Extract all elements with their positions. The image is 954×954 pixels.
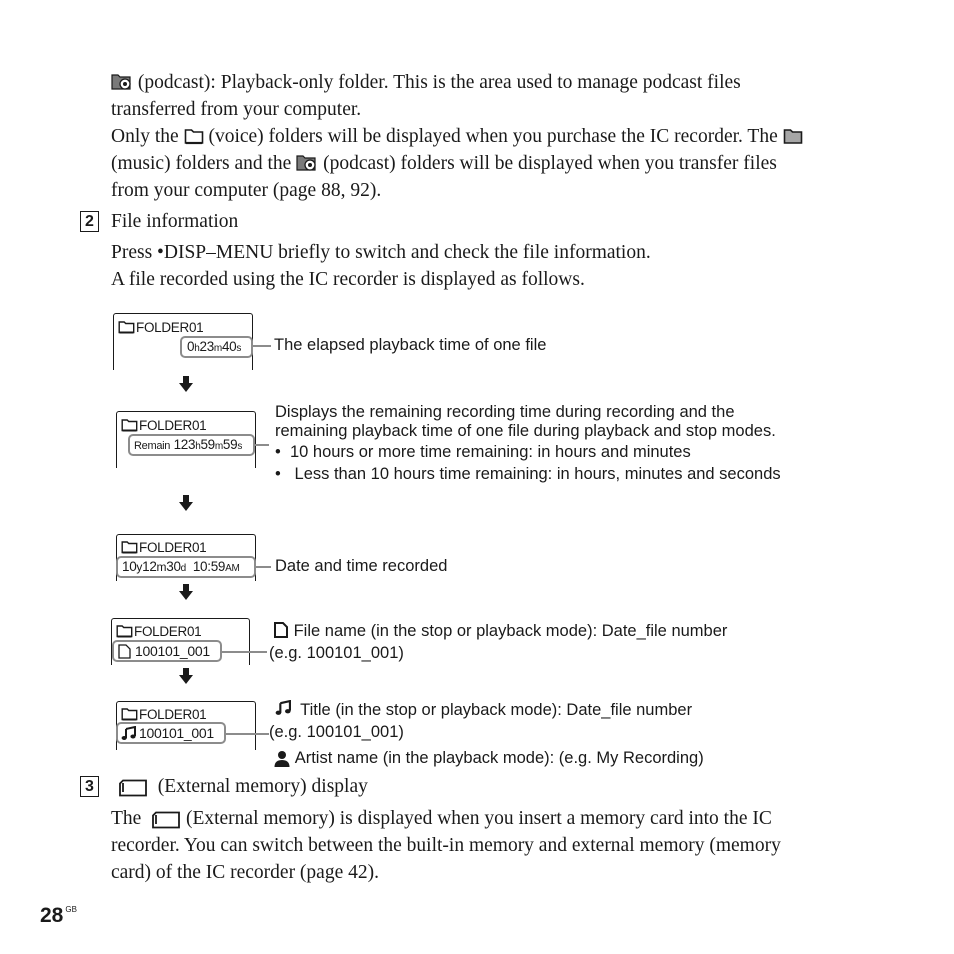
- callout-filename-line-1: File name (in the stop or playback mode)…: [273, 621, 727, 641]
- section-3-line-3: card) of the IC recorder (page 42).: [111, 862, 379, 883]
- folder-icon: [116, 625, 133, 638]
- intro-text: (voice) folders will be displayed when y…: [208, 126, 778, 147]
- folder-name: FOLDER01: [139, 707, 207, 722]
- page-region-suffix: GB: [65, 905, 77, 914]
- podcast-folder-icon: [111, 71, 133, 99]
- section-3-text: The: [111, 808, 142, 829]
- external-memory-icon: [118, 776, 148, 803]
- folder-name: FOLDER01: [139, 540, 207, 555]
- folder-icon: [121, 419, 138, 432]
- folder-icon: [118, 321, 135, 334]
- page-number: 28 GB: [40, 904, 77, 928]
- section-3-heading-text: (External memory) display: [157, 776, 368, 797]
- section-3-line-1: The (External memory) is displayed when …: [111, 805, 772, 835]
- music-note-icon: [121, 726, 136, 740]
- podcast-folder-icon: [296, 152, 318, 180]
- page-number-value: 28: [40, 904, 64, 927]
- callout-title-line-2: (e.g. 100101_001): [269, 723, 404, 741]
- callout-date: Date and time recorded: [275, 557, 448, 575]
- folder-name: FOLDER01: [136, 320, 204, 335]
- section-3-heading: (External memory) display: [118, 773, 368, 803]
- title-value: 100101_001: [139, 725, 214, 741]
- intro-line-4: (music) folders and the (podcast) folder…: [111, 150, 777, 180]
- callout-bullet-2: • Less than 10 hours time remaining: in …: [275, 465, 781, 483]
- filename-value: 100101_001: [135, 643, 210, 659]
- intro-line-5: from your computer (page 88, 92).: [111, 180, 382, 201]
- intro-text: (podcast): Playback-only folder. This is…: [137, 72, 741, 93]
- section-3-line-2: recorder. You can switch between the bui…: [111, 835, 781, 856]
- section-2-heading: File information: [111, 211, 239, 232]
- callout-text: File name (in the stop or playback mode)…: [293, 622, 728, 640]
- down-arrow-icon: [179, 376, 193, 392]
- leader-line: [256, 566, 271, 568]
- section-3-text: (External memory) is displayed when you …: [185, 808, 772, 829]
- folder-icon: [121, 541, 138, 554]
- highlight-elapsed-time: 0h23m40s: [180, 336, 253, 358]
- file-icon: [274, 622, 288, 638]
- folder-name: FOLDER01: [139, 418, 207, 433]
- folder-name: FOLDER01: [134, 624, 202, 639]
- music-note-icon: [275, 700, 291, 715]
- highlight-filename: 100101_001: [112, 640, 222, 662]
- callout-text: Title (in the stop or playback mode): Da…: [300, 701, 693, 719]
- external-memory-icon: [151, 808, 181, 835]
- highlight-title: 100101_001: [116, 722, 226, 744]
- callout-title-line-1: Title (in the stop or playback mode): Da…: [275, 700, 692, 720]
- section-2-line-2: A file recorded using the IC recorder is…: [111, 269, 585, 290]
- highlight-date-time: 10y12m30d 10:59AM: [116, 556, 256, 578]
- callout-remain-line-1: Displays the remaining recording time du…: [275, 403, 735, 421]
- intro-line-1: (podcast): Playback-only folder. This is…: [111, 69, 741, 99]
- intro-line-2: transferred from your computer.: [111, 99, 362, 120]
- leader-line: [255, 444, 269, 446]
- callout-elapsed: The elapsed playback time of one file: [274, 336, 547, 354]
- intro-text: Only the: [111, 126, 179, 147]
- intro-line-3: Only the (voice) folders will be display…: [111, 123, 803, 153]
- date-time-value: 10y12m30d 10:59AM: [122, 559, 240, 574]
- section-2-line-1: Press •DISP–MENU briefly to switch and c…: [111, 242, 651, 263]
- section-number-3: 3: [80, 776, 99, 797]
- intro-text: (podcast) folders will be displayed when…: [323, 153, 777, 174]
- music-folder-icon: [783, 126, 803, 153]
- folder-icon: [121, 708, 138, 721]
- elapsed-time-value: 0h23m40s: [187, 339, 242, 354]
- callout-filename-line-2: (e.g. 100101_001): [269, 644, 404, 662]
- leader-line: [226, 733, 269, 735]
- section-number-2: 2: [80, 211, 99, 232]
- down-arrow-icon: [179, 584, 193, 600]
- leader-line: [253, 345, 271, 347]
- leader-line: [222, 651, 267, 653]
- intro-text: (music) folders and the: [111, 153, 292, 174]
- remain-time-value: Remain 123h59m59s: [134, 437, 243, 452]
- voice-folder-icon: [184, 126, 204, 153]
- highlight-remain-time: Remain 123h59m59s: [128, 434, 255, 456]
- file-icon: [118, 644, 131, 659]
- callout-artist: Artist name (in the playback mode): (e.g…: [273, 748, 704, 768]
- down-arrow-icon: [179, 495, 193, 511]
- artist-person-icon: [274, 751, 290, 767]
- callout-bullet-1: • 10 hours or more time remaining: in ho…: [275, 443, 691, 461]
- callout-remain-line-2: remaining playback time of one file duri…: [275, 422, 776, 440]
- down-arrow-icon: [179, 668, 193, 684]
- callout-text: Artist name (in the playback mode): (e.g…: [294, 749, 704, 767]
